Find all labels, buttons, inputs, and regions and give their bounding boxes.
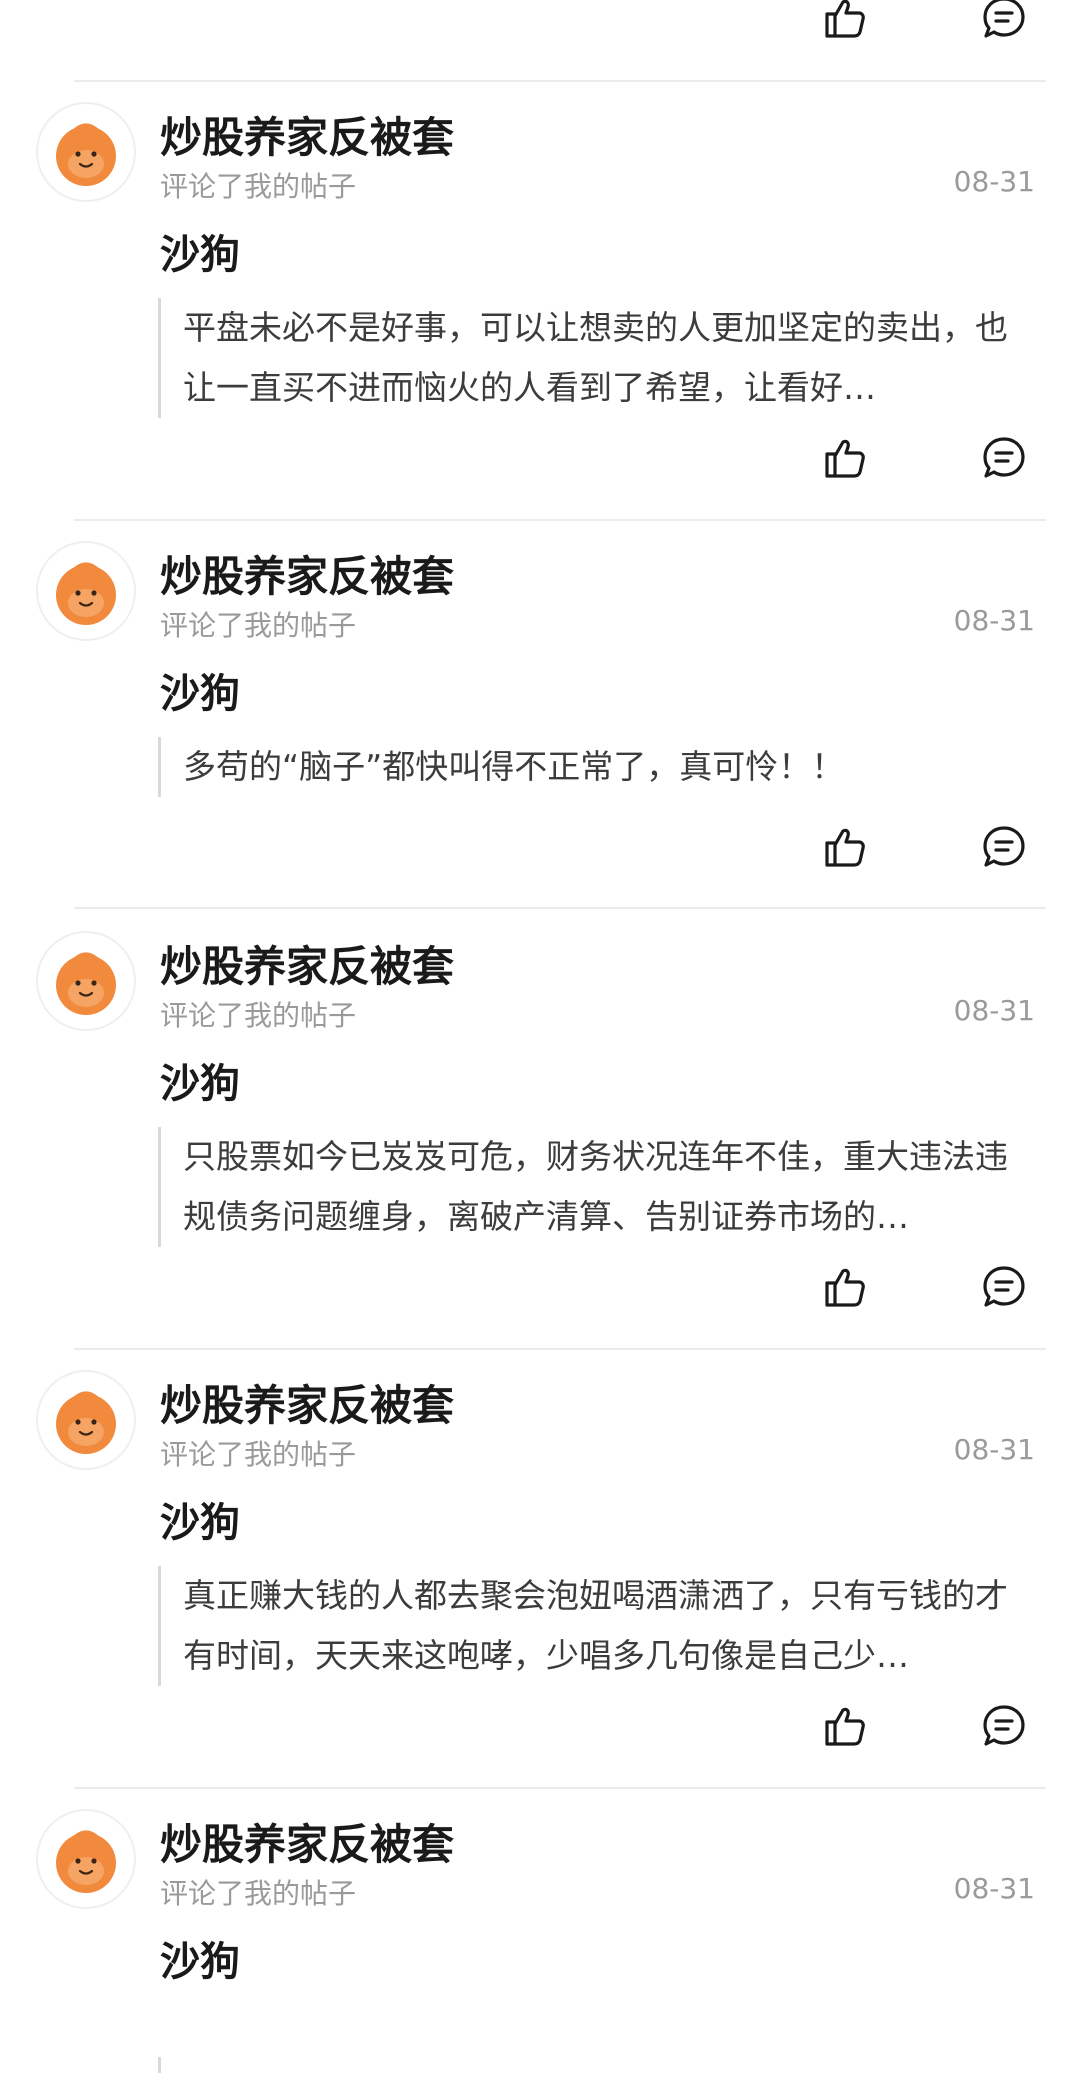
username[interactable]: 炒股养家反被套	[160, 1811, 454, 1872]
post-title[interactable]: 沙狗	[160, 222, 240, 280]
comment-bubble-icon	[983, 0, 1025, 38]
post-title[interactable]: 沙狗	[160, 661, 240, 719]
comment-bubble-icon	[983, 437, 1025, 478]
monkey-avatar-icon	[56, 952, 116, 1015]
comment-quote[interactable]: 多苟的“脑子”都快叫得不正常了，真可怜！！	[158, 737, 1034, 797]
reply-button[interactable]	[974, 0, 1034, 48]
activity-text: 评论了我的帖子	[160, 999, 357, 1032]
avatar[interactable]	[36, 1370, 136, 1470]
avatar[interactable]	[36, 541, 136, 641]
timestamp: 08-31	[953, 994, 1035, 1027]
comment-quote[interactable]: 平盘未必不是好事，可以让想卖的人更加坚定的卖出，也让一直买不进而恼火的人看到了希…	[158, 298, 1034, 418]
timestamp: 08-31	[953, 604, 1035, 637]
activity-text: 评论了我的帖子	[160, 1438, 357, 1471]
like-button[interactable]	[815, 817, 875, 877]
reply-button[interactable]	[974, 428, 1034, 488]
divider	[74, 1787, 1046, 1789]
username[interactable]: 炒股养家反被套	[160, 933, 454, 994]
reply-button[interactable]	[974, 1257, 1034, 1317]
username[interactable]: 炒股养家反被套	[160, 543, 454, 604]
timestamp: 08-31	[953, 1433, 1035, 1466]
action-row	[0, 428, 1079, 488]
thumbs-up-icon	[825, 1268, 865, 1307]
comment-quote[interactable]	[158, 2057, 1034, 2073]
thumbs-up-icon	[825, 0, 865, 38]
reply-button[interactable]	[974, 817, 1034, 877]
notification-feed: 炒股养家反被套 评论了我的帖子 08-31 沙狗 平盘未必不是好事，可以让想卖的…	[0, 0, 1079, 2079]
monkey-avatar-icon	[56, 123, 116, 186]
divider	[74, 1348, 1046, 1350]
comment-text: 只股票如今已岌岌可危，财务状况连年不佳，重大违法违规债务问题缠身，离破产清算、告…	[183, 1137, 1008, 1236]
activity-text: 评论了我的帖子	[160, 170, 357, 203]
divider	[74, 519, 1046, 521]
post-title[interactable]: 沙狗	[160, 1051, 240, 1109]
avatar[interactable]	[36, 102, 136, 202]
like-button[interactable]	[815, 1696, 875, 1756]
timestamp: 08-31	[953, 165, 1035, 198]
comment-text: 多苟的“脑子”都快叫得不正常了，真可怜！！	[183, 747, 845, 786]
thumbs-up-icon	[825, 439, 865, 478]
comment-quote[interactable]: 真正赚大钱的人都去聚会泡妞喝酒潇洒了，只有亏钱的才有时间，天天来这咆哮，少唱多几…	[158, 1566, 1034, 1686]
activity-text: 评论了我的帖子	[160, 1877, 357, 1910]
monkey-avatar-icon	[56, 1391, 116, 1454]
post-title[interactable]: 沙狗	[160, 1490, 240, 1548]
monkey-avatar-icon	[56, 562, 116, 625]
reply-button[interactable]	[974, 1696, 1034, 1756]
like-button[interactable]	[815, 428, 875, 488]
like-button[interactable]	[815, 0, 875, 48]
timestamp: 08-31	[953, 1872, 1035, 1905]
comment-bubble-icon	[983, 826, 1025, 867]
comment-text: 平盘未必不是好事，可以让想卖的人更加坚定的卖出，也让一直买不进而恼火的人看到了希…	[183, 308, 1008, 407]
thumbs-up-icon	[825, 828, 865, 867]
action-row	[0, 1696, 1079, 1756]
monkey-avatar-icon	[56, 1830, 116, 1893]
divider	[74, 907, 1046, 909]
username[interactable]: 炒股养家反被套	[160, 104, 454, 165]
comment-bubble-icon	[983, 1705, 1025, 1746]
action-row	[0, 817, 1079, 877]
activity-text: 评论了我的帖子	[160, 609, 357, 642]
thumbs-up-icon	[825, 1707, 865, 1746]
post-title[interactable]: 沙狗	[160, 1929, 240, 1987]
like-button[interactable]	[815, 1257, 875, 1317]
action-row	[0, 1257, 1079, 1317]
action-row-top	[0, 0, 1079, 48]
comment-text: 真正赚大钱的人都去聚会泡妞喝酒潇洒了，只有亏钱的才有时间，天天来这咆哮，少唱多几…	[183, 1576, 1008, 1675]
divider	[74, 80, 1046, 82]
avatar[interactable]	[36, 1809, 136, 1909]
comment-quote[interactable]: 只股票如今已岌岌可危，财务状况连年不佳，重大违法违规债务问题缠身，离破产清算、告…	[158, 1127, 1034, 1247]
avatar[interactable]	[36, 931, 136, 1031]
username[interactable]: 炒股养家反被套	[160, 1372, 454, 1433]
comment-bubble-icon	[983, 1266, 1025, 1307]
